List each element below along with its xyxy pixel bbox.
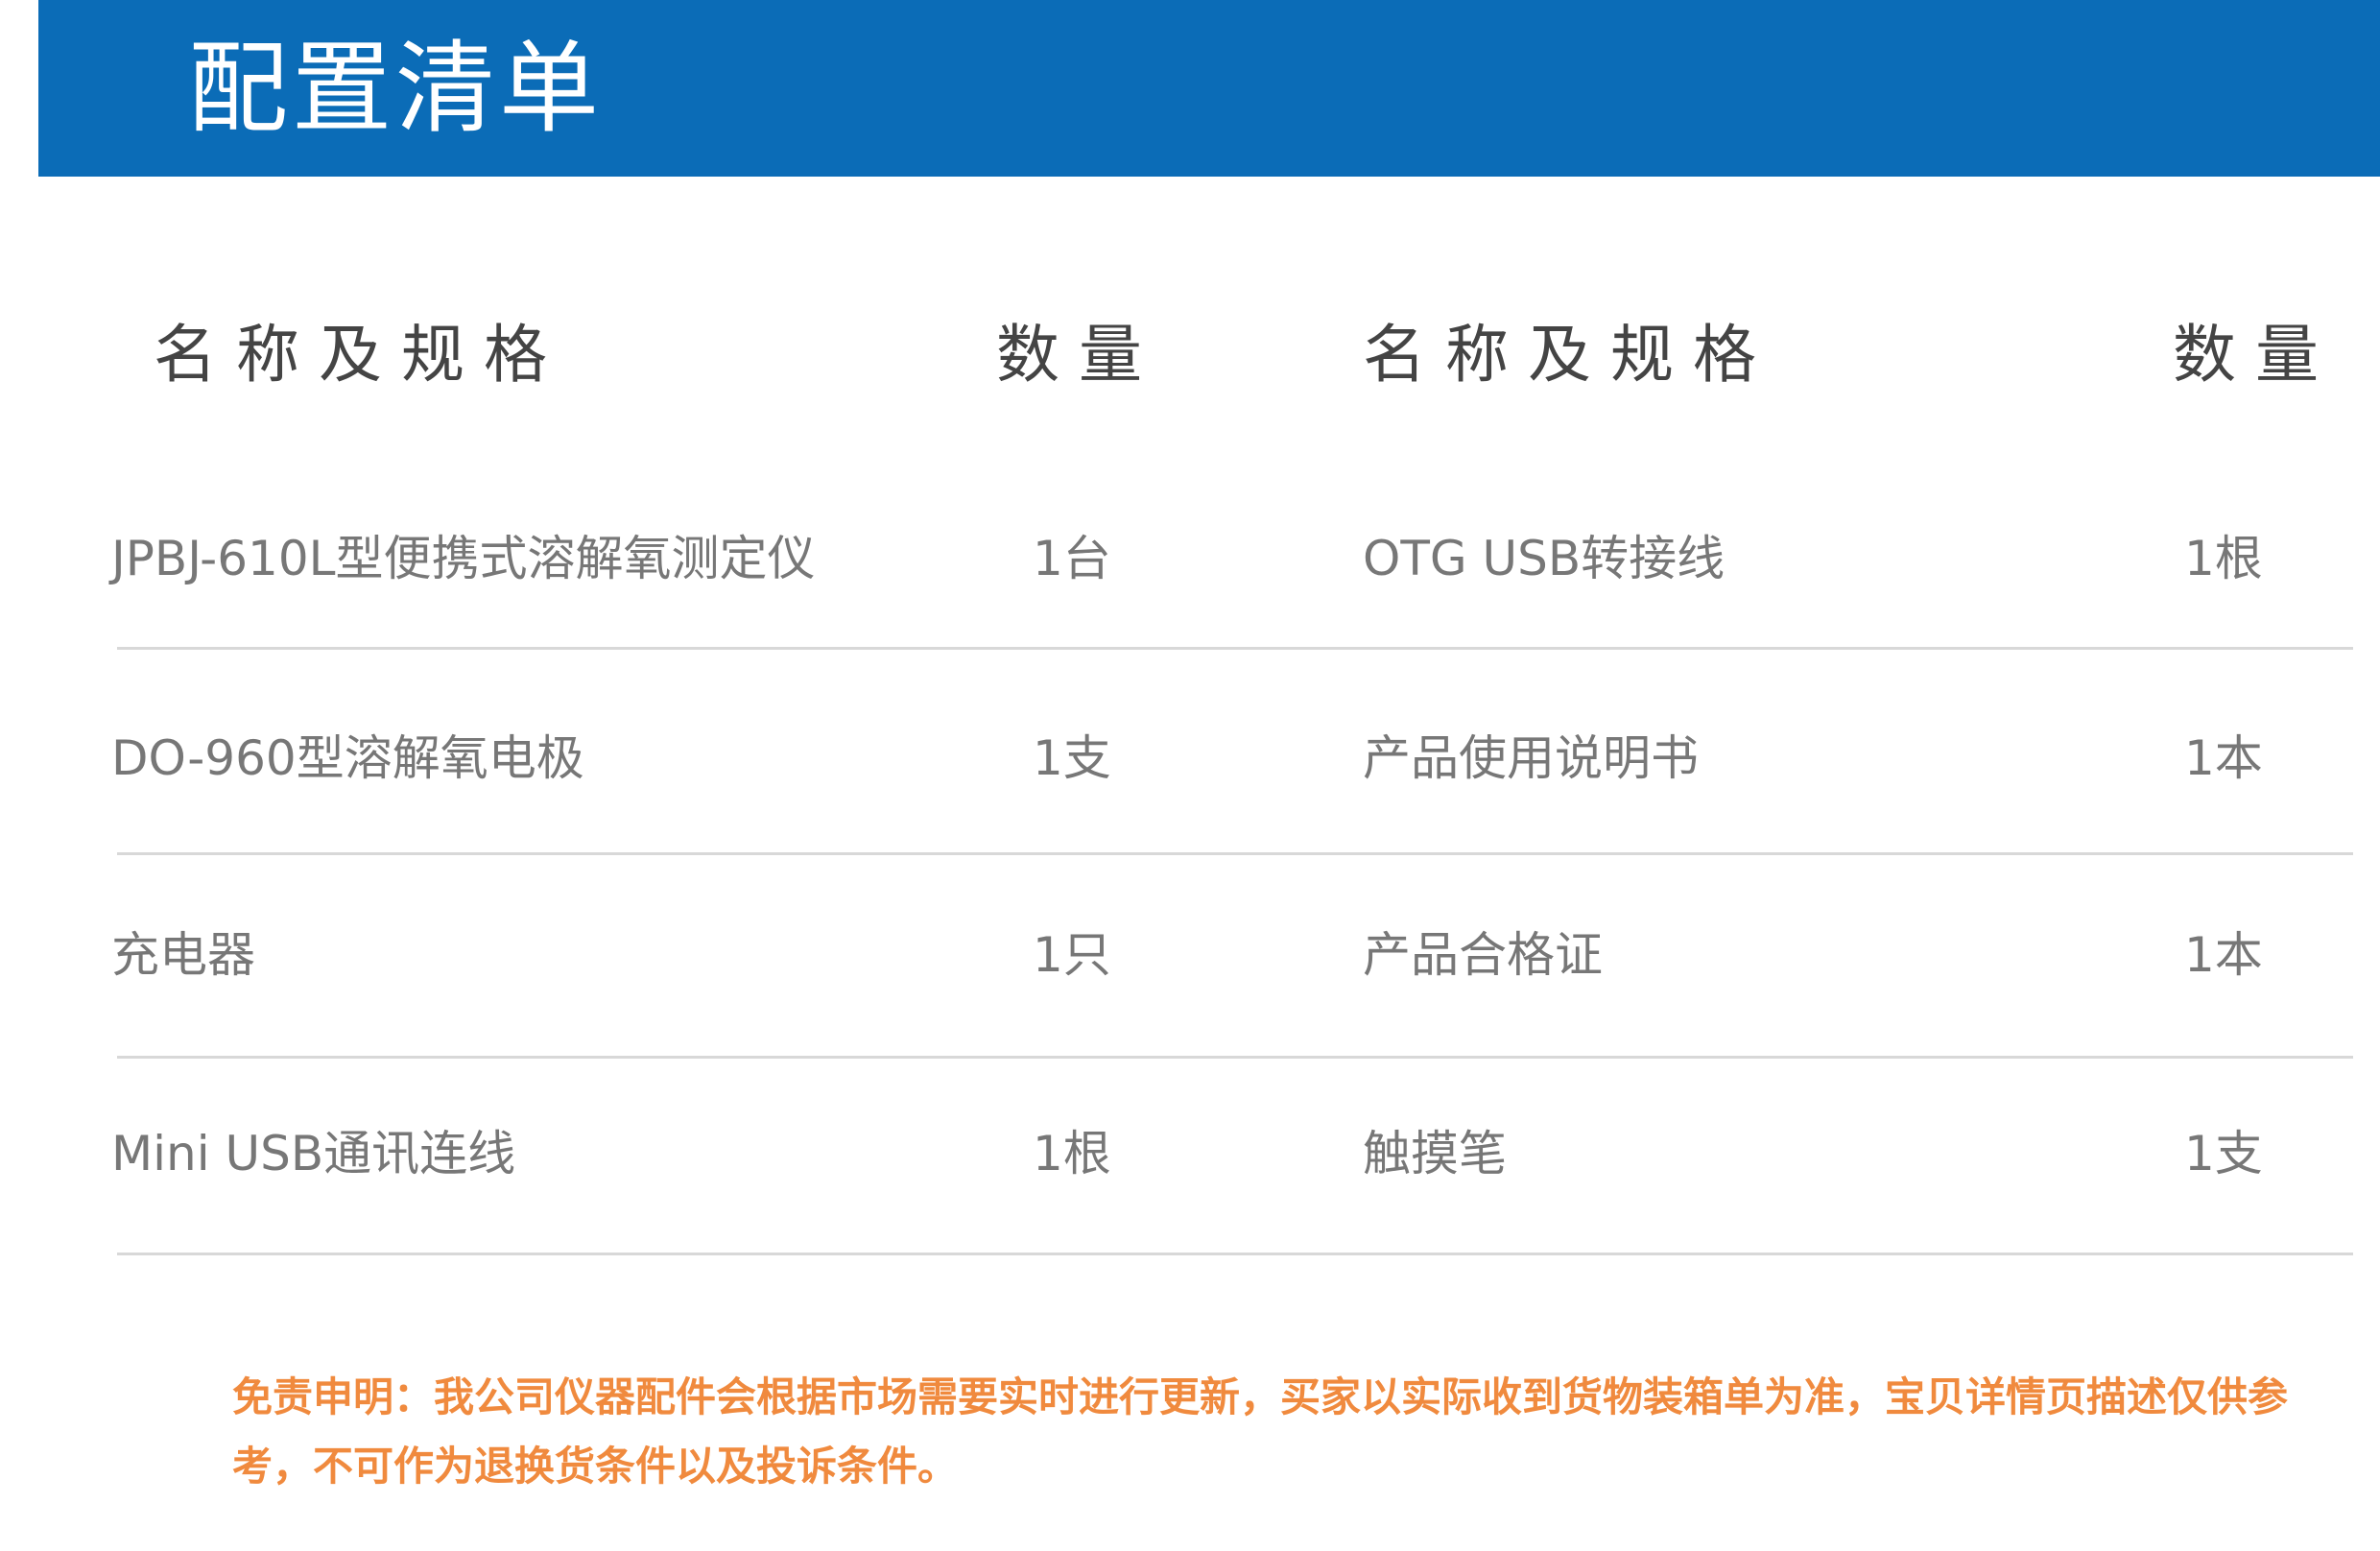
item-name-cell: 产品合格证 — [1363, 927, 1603, 983]
item-name-cell: DO-960型溶解氧电极 — [111, 730, 584, 786]
item-name-cell: JPBJ-610L型便携式溶解氧测定仪 — [111, 531, 816, 586]
item-qty-cell: 1本 — [2184, 927, 2263, 983]
row-divider — [117, 647, 2353, 650]
item-qty-cell: 1只 — [1033, 927, 1111, 983]
row-divider — [117, 1253, 2353, 1255]
page-title: 配置清单 — [188, 30, 604, 147]
header-bar: 配置清单 — [38, 0, 2380, 177]
row-divider — [117, 852, 2353, 855]
row-divider — [117, 1056, 2353, 1059]
disclaimer-text: 免责申明：我公司仪器配件会根据市场需要实时进行更新，买家以实际收到货物装箱单为准… — [232, 1373, 2289, 1490]
item-name-cell: OTG USB转接线 — [1363, 531, 1726, 586]
item-qty-cell: 1根 — [2184, 531, 2263, 586]
item-name-cell: Mini USB通讯连线 — [111, 1126, 516, 1181]
right-name-column-header: 名称及规格 — [1363, 318, 1775, 392]
item-qty-cell: 1支 — [1033, 730, 1111, 786]
left-qty-column-header: 数量 — [996, 318, 1161, 392]
right-qty-column-header: 数量 — [2173, 318, 2338, 392]
item-qty-cell: 1根 — [1033, 1126, 1111, 1181]
left-name-column-header: 名称及规格 — [154, 318, 566, 392]
item-name-cell: 产品使用说明书 — [1363, 730, 1699, 786]
item-name-cell: 触摸笔 — [1363, 1126, 1507, 1181]
item-qty-cell: 1支 — [2184, 1126, 2263, 1181]
item-qty-cell: 1本 — [2184, 730, 2263, 786]
item-name-cell: 充电器 — [111, 927, 255, 983]
item-qty-cell: 1台 — [1033, 531, 1111, 586]
